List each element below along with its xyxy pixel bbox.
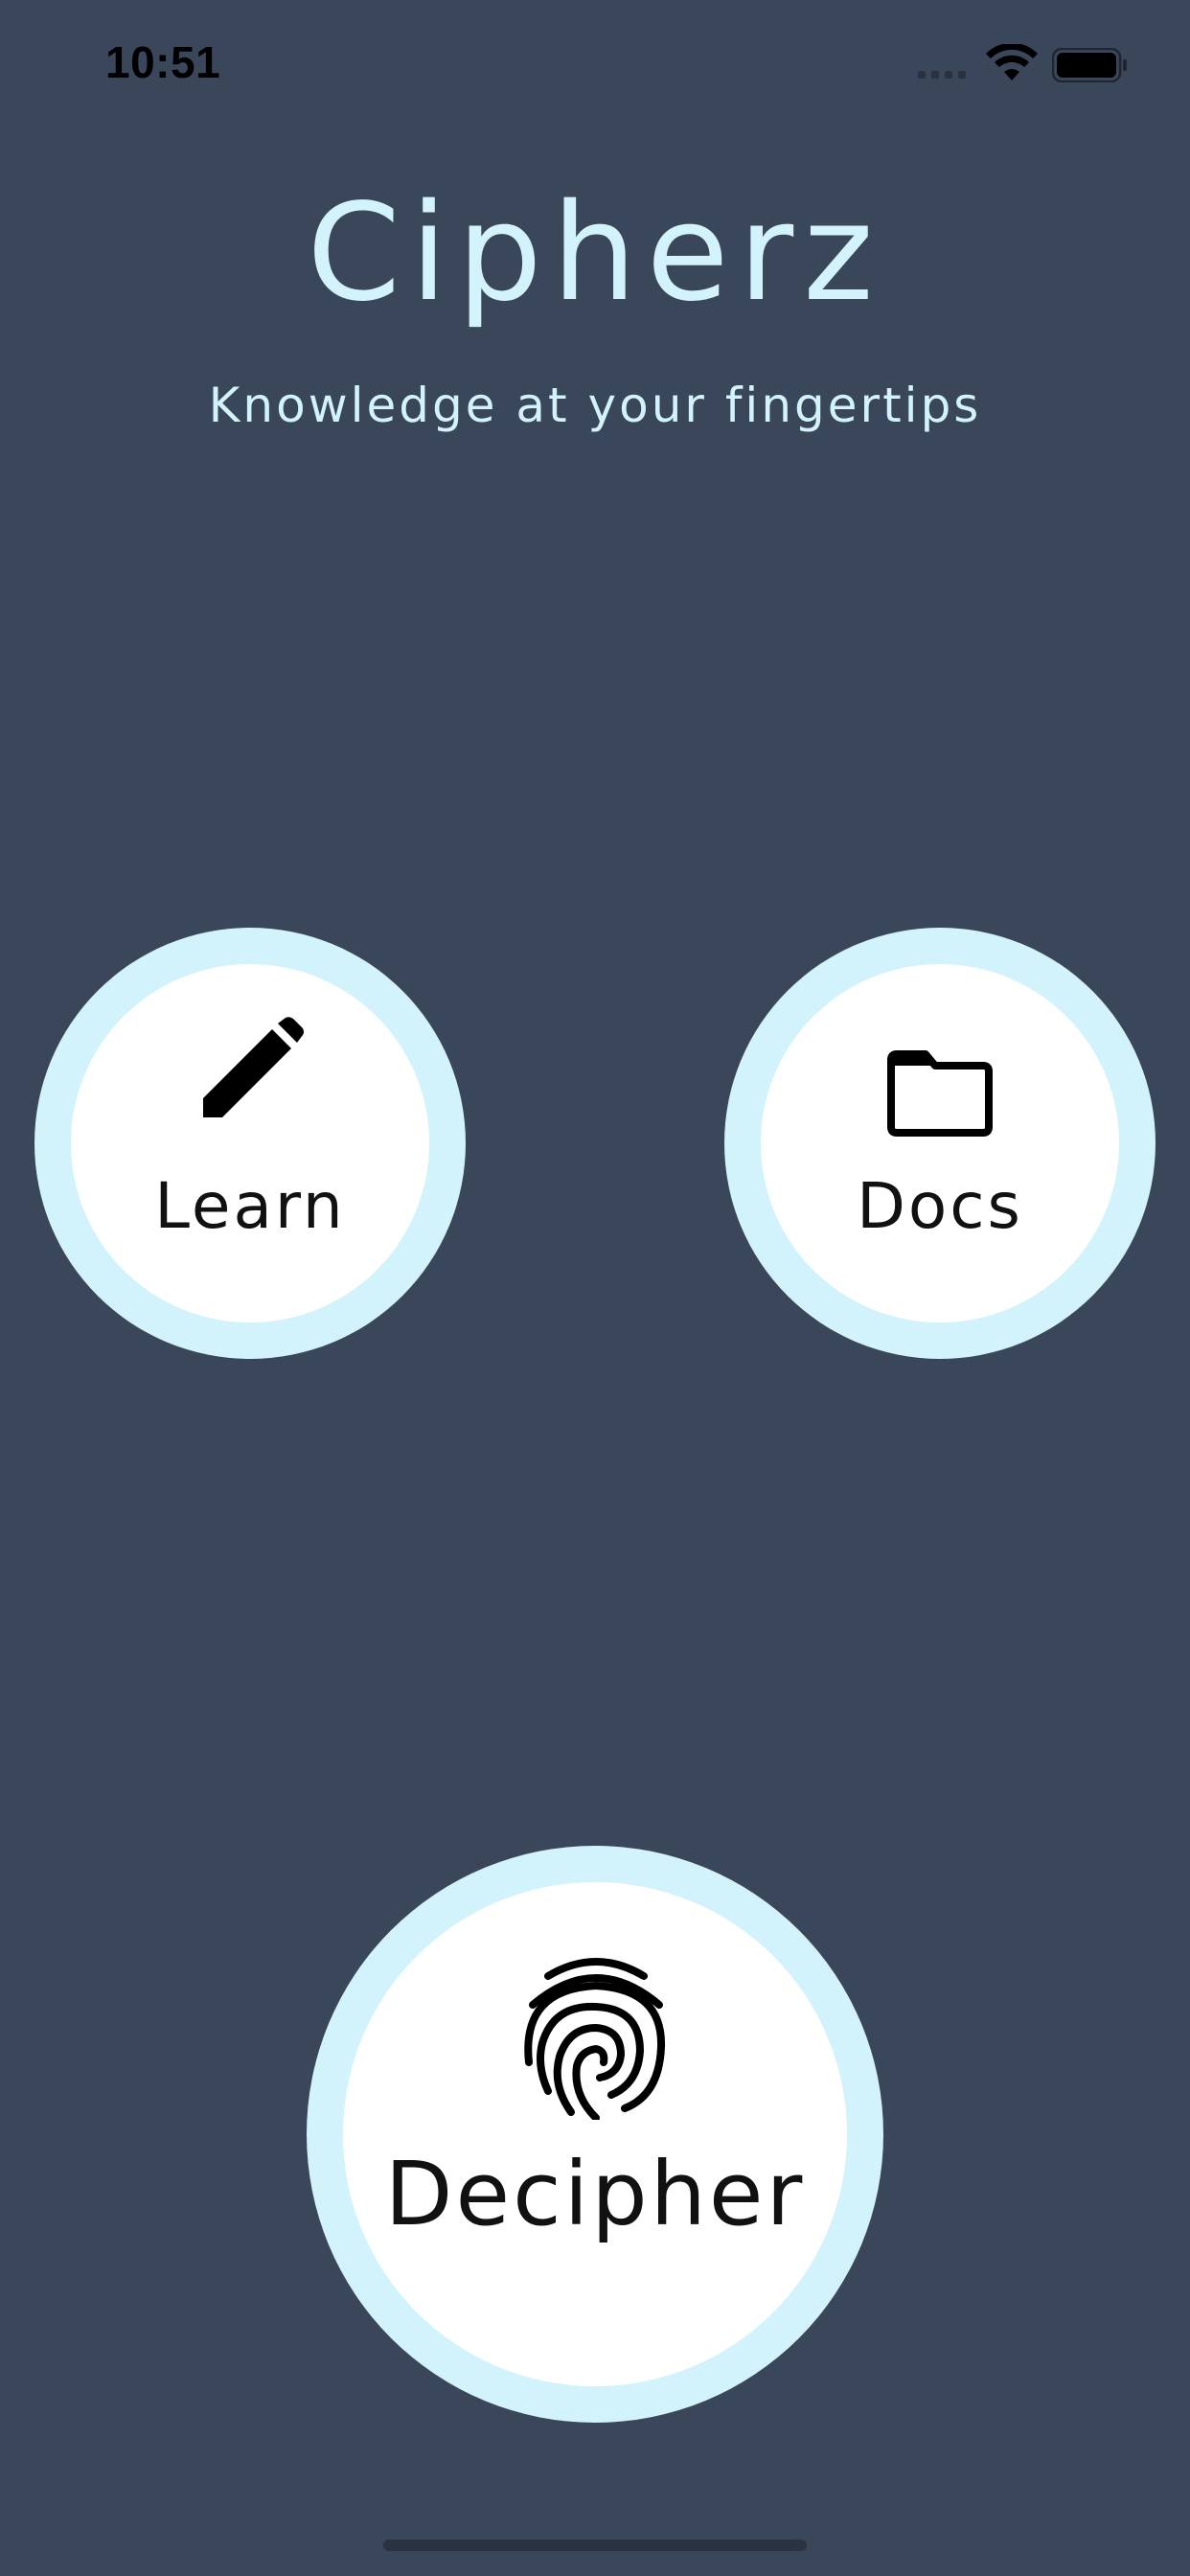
docs-button-label: Docs <box>857 1169 1023 1243</box>
folder-icon <box>887 1050 993 1137</box>
wifi-icon <box>986 44 1038 80</box>
docs-button-face <box>761 964 1119 1322</box>
status-bar: 10:51 <box>0 0 1190 134</box>
decipher-button-label: Decipher <box>384 2143 806 2245</box>
battery-icon <box>1052 48 1127 82</box>
learn-button-label: Learn <box>154 1169 346 1243</box>
fingerprint-icon <box>524 1958 666 2120</box>
cellular-signal-icon <box>918 71 966 79</box>
home-indicator[interactable] <box>383 2540 807 2551</box>
status-time: 10:51 <box>105 37 221 87</box>
learn-button[interactable]: Learn <box>34 928 466 1359</box>
pencil-icon <box>203 1017 304 1117</box>
app-title: Cipherz <box>307 175 883 332</box>
app-subtitle: Knowledge at your fingertips <box>208 378 982 433</box>
decipher-button[interactable]: Decipher <box>307 1846 883 2423</box>
docs-button[interactable]: Docs <box>724 928 1156 1359</box>
